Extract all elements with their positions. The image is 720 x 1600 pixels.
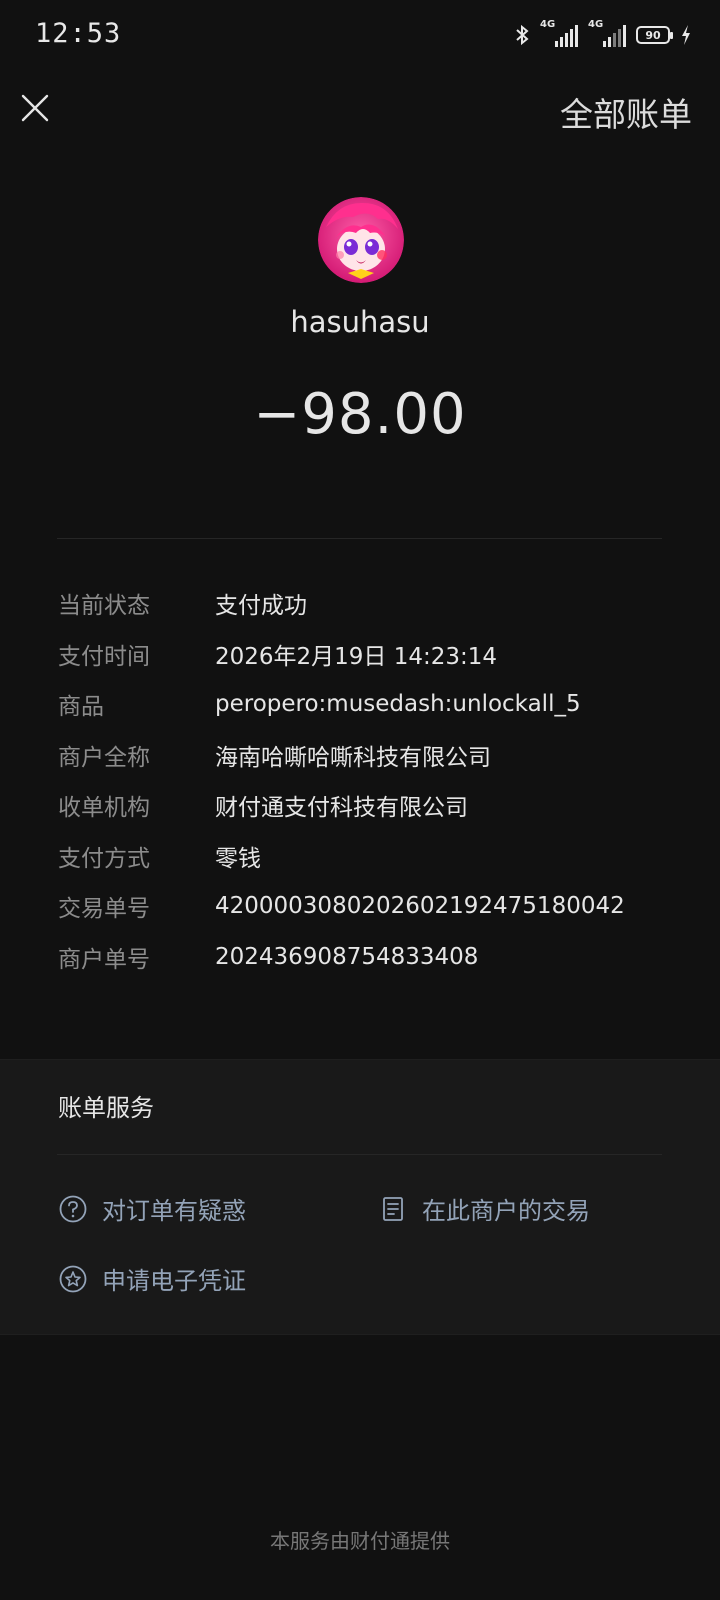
detail-label: 当前状态 xyxy=(58,593,150,620)
divider xyxy=(57,1154,662,1155)
bluetooth-icon xyxy=(516,24,529,46)
detail-value: 支付成功 xyxy=(215,593,307,620)
detail-value: 2026年2月19日 14:23:14 xyxy=(215,643,498,670)
detail-row-product: 商品 peropero:musedash:unlockall_5 xyxy=(58,679,678,730)
section-title: 账单服务 xyxy=(58,1094,154,1122)
document-icon xyxy=(383,1196,403,1221)
e-voucher-button[interactable]: 申请电子凭证 xyxy=(58,1261,246,1296)
service-label: 在此商户的交易 xyxy=(422,1197,590,1225)
detail-row-merchant-full-name: 商户全称 海南哈嘶哈嘶科技有限公司 xyxy=(58,730,678,781)
detail-list: 当前状态 支付成功 支付时间 2026年2月19日 14:23:14 商品 pe… xyxy=(58,578,678,982)
detail-value: 海南哈嘶哈嘶科技有限公司 xyxy=(215,744,491,771)
detail-row-acquirer: 收单机构 财付通支付科技有限公司 xyxy=(58,780,678,831)
detail-value: 财付通支付科技有限公司 xyxy=(215,795,468,822)
battery-icon: 90 xyxy=(636,26,673,44)
status-bar: 12:53 4G 4G 90 xyxy=(0,0,720,70)
merchant-name: hasuhasu xyxy=(290,305,430,339)
close-icon[interactable] xyxy=(20,93,50,123)
detail-value: peropero:musedash:unlockall_5 xyxy=(215,691,581,718)
detail-value: 零钱 xyxy=(215,845,261,872)
avatar xyxy=(318,197,404,283)
detail-value: 4200003080202602192475180042 xyxy=(215,893,625,920)
detail-label: 交易单号 xyxy=(58,896,150,923)
merchant-transactions-button[interactable]: 在此商户的交易 xyxy=(378,1191,590,1226)
divider xyxy=(57,538,662,539)
detail-value: 202436908754833408 xyxy=(215,943,479,970)
detail-row-status: 当前状态 支付成功 xyxy=(58,578,678,629)
detail-label: 商户单号 xyxy=(58,946,150,973)
footer-note: 本服务由财付通提供 xyxy=(270,1529,450,1553)
bill-detail-page: 12:53 4G 4G 90 全部账单 hasuhasu −98.00 当前状态… xyxy=(0,0,720,1600)
signal-icon: 4G xyxy=(540,19,578,47)
charging-icon xyxy=(682,25,690,45)
detail-row-transaction-id: 交易单号 4200003080202602192475180042 xyxy=(58,881,678,932)
question-icon xyxy=(59,1195,87,1222)
network-type-label: 4G xyxy=(540,19,556,30)
detail-label: 收单机构 xyxy=(58,795,150,822)
all-bills-button[interactable]: 全部账单 xyxy=(560,88,692,136)
order-question-button[interactable]: 对订单有疑惑 xyxy=(58,1191,246,1226)
avatar-image xyxy=(318,197,404,283)
detail-label: 支付时间 xyxy=(58,643,150,670)
detail-row-merchant-order-id: 商户单号 202436908754833408 xyxy=(58,932,678,983)
service-label: 对订单有疑惑 xyxy=(102,1197,246,1225)
network-type-label: 4G xyxy=(588,19,604,30)
detail-label: 商户全称 xyxy=(58,744,150,771)
status-time: 12:53 xyxy=(35,18,122,49)
detail-label: 商品 xyxy=(58,694,104,721)
star-badge-icon xyxy=(59,1265,87,1292)
bill-services-section: 账单服务 对订单有疑惑 在此商户的交易 申请电子凭证 xyxy=(0,1059,720,1335)
detail-row-payment-method: 支付方式 零钱 xyxy=(58,831,678,882)
battery-level: 90 xyxy=(645,28,661,42)
payment-amount: −98.00 xyxy=(253,382,467,447)
signal-icon: 4G xyxy=(588,19,626,47)
detail-row-time: 支付时间 2026年2月19日 14:23:14 xyxy=(58,629,678,680)
service-label: 申请电子凭证 xyxy=(102,1267,246,1295)
status-icons: 4G 4G 90 xyxy=(514,19,692,48)
detail-label: 支付方式 xyxy=(58,845,150,872)
